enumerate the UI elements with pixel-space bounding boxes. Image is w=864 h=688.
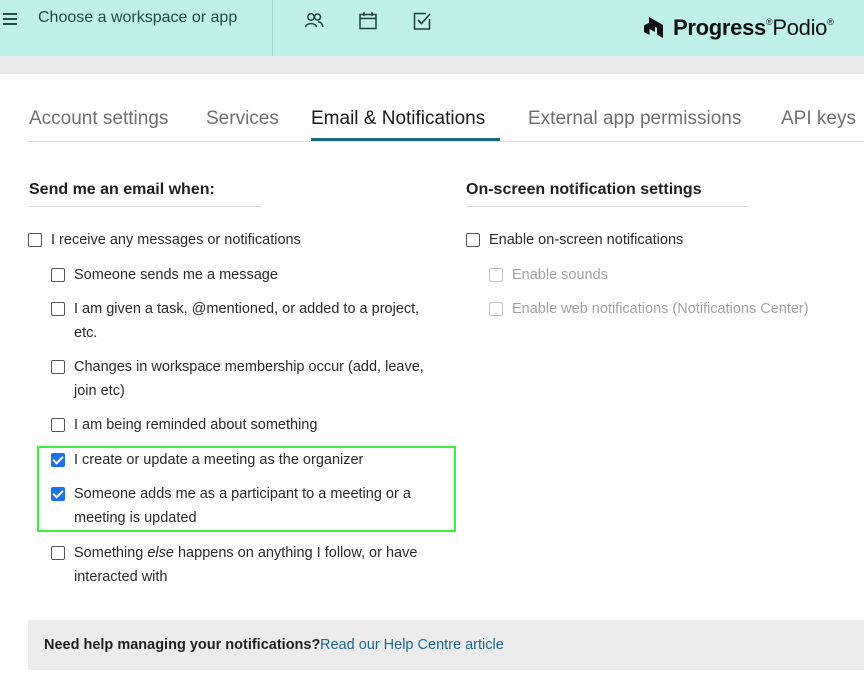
tab-external-app-permissions[interactable]: External app permissions: [528, 108, 741, 130]
tab-account-settings[interactable]: Account settings: [29, 108, 168, 130]
email-master-option[interactable]: I receive any messages or notifications: [28, 231, 448, 252]
help-centre-link[interactable]: Read our Help Centre article: [320, 637, 504, 653]
help-question: Need help managing your notifications?: [44, 637, 321, 653]
option-checkbox[interactable]: [51, 418, 65, 432]
option-label: Something else happens on anything I fol…: [74, 541, 446, 589]
workspace-switcher[interactable]: Choose a workspace or app: [38, 9, 237, 27]
email-option-membership[interactable]: Changes in workspace membership occur (a…: [51, 358, 441, 403]
top-header: Choose a workspace or app Progress®Podio…: [0, 0, 864, 56]
option-label-pre: Something: [74, 545, 148, 561]
option-checkbox[interactable]: [51, 268, 65, 282]
logo-brand: Progress: [673, 15, 766, 40]
option-checkbox-disabled: [489, 302, 503, 316]
logo-reg-mark: ®: [765, 17, 773, 27]
option-label: I am being reminded about something: [74, 417, 318, 433]
onscreen-section-title: On-screen notification settings: [466, 181, 702, 198]
active-tab-indicator: [311, 138, 500, 141]
email-section-rule: [29, 206, 262, 207]
email-option-task-mention[interactable]: I am given a task, @mentioned, or added …: [51, 300, 441, 345]
option-label: Changes in workspace membership occur (a…: [74, 359, 424, 399]
calendar-icon[interactable]: [357, 10, 379, 32]
meeting-options-highlight: [37, 446, 456, 532]
option-label: Enable on-screen notifications: [489, 232, 684, 248]
option-label: Enable web notifications (Notifications …: [512, 301, 809, 317]
onscreen-option-sounds: Enable sounds: [489, 266, 859, 287]
option-checkbox[interactable]: [51, 546, 65, 560]
email-section-title: Send me an email when:: [29, 181, 215, 198]
header-divider: [272, 0, 273, 56]
email-option-message[interactable]: Someone sends me a message: [51, 266, 441, 287]
email-option-follow-activity[interactable]: Something else happens on anything I fol…: [51, 544, 446, 589]
email-option-reminder[interactable]: I am being reminded about something: [51, 416, 441, 437]
progress-podio-logo[interactable]: Progress®Podio®: [643, 13, 834, 43]
tab-services[interactable]: Services: [206, 108, 279, 130]
progress-logo-icon: [644, 17, 663, 38]
option-label: Someone sends me a message: [74, 267, 278, 283]
option-label-emphasis: else: [147, 545, 174, 561]
header-spacer-band: [0, 56, 864, 74]
onscreen-section-rule: [466, 206, 749, 207]
option-label: I am given a task, @mentioned, or added …: [74, 301, 420, 341]
logo-product: Podio: [772, 15, 828, 40]
people-icon[interactable]: [303, 10, 325, 32]
tabs-divider: [28, 141, 864, 142]
tab-api-keys[interactable]: API keys: [781, 108, 856, 130]
onscreen-master-option[interactable]: Enable on-screen notifications: [466, 231, 846, 252]
option-checkbox-disabled: [489, 268, 503, 282]
logo-reg-mark: ®: [827, 17, 834, 27]
onscreen-master-checkbox[interactable]: [466, 233, 480, 247]
tasks-check-icon[interactable]: [411, 10, 433, 32]
onscreen-option-web-notifications: Enable web notifications (Notifications …: [489, 300, 859, 321]
option-checkbox[interactable]: [51, 360, 65, 374]
option-label: I receive any messages or notifications: [51, 232, 301, 248]
option-label: Enable sounds: [512, 267, 608, 283]
help-bar: Need help managing your notifications? R…: [28, 620, 864, 670]
option-checkbox[interactable]: [51, 302, 65, 316]
menu-icon[interactable]: [3, 13, 17, 25]
email-master-checkbox[interactable]: [28, 233, 42, 247]
tab-email-notifications[interactable]: Email & Notifications: [311, 108, 485, 130]
